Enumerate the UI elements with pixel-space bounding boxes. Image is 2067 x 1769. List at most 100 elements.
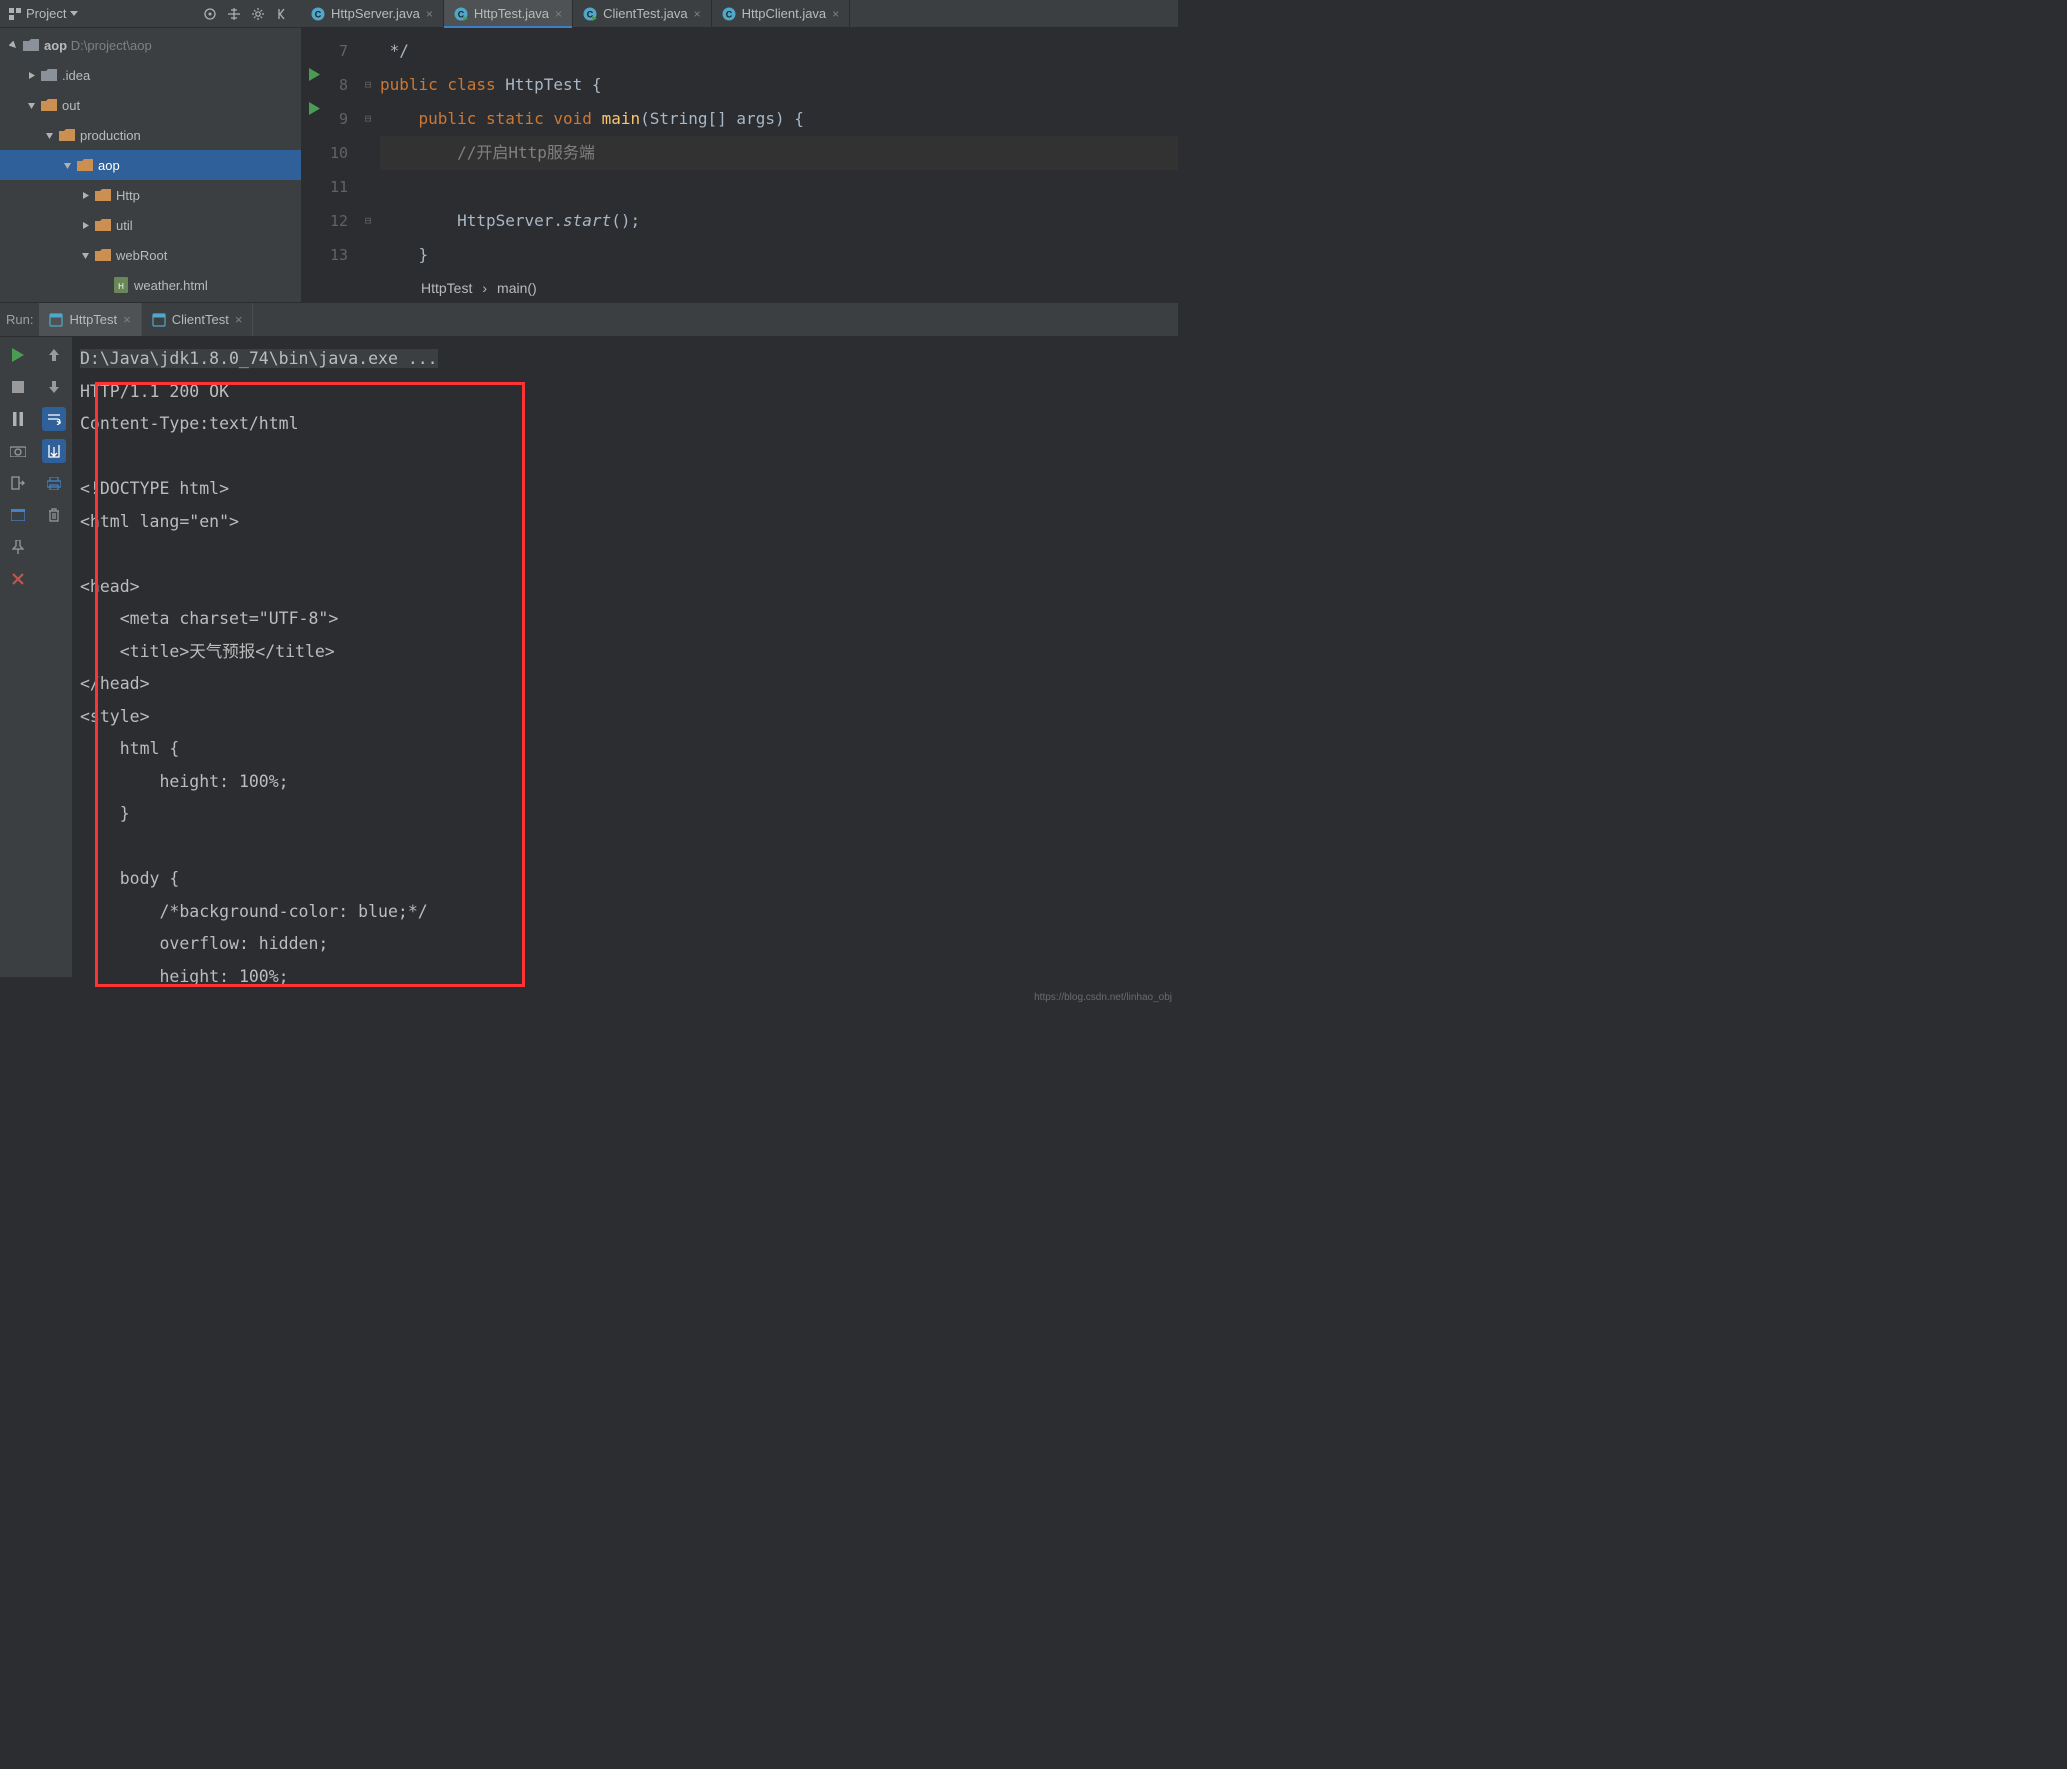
tree-root-name: aop D:\project\aop bbox=[44, 38, 152, 53]
folder-orange-icon bbox=[40, 98, 58, 112]
folder-orange-icon bbox=[94, 248, 112, 262]
editor-tabs: CHttpServer.java×CHttpTest.java×CClientT… bbox=[301, 0, 1178, 28]
tree-item-label: .idea bbox=[62, 68, 90, 83]
run-tool-column-left bbox=[0, 337, 36, 977]
class-icon: C bbox=[454, 7, 468, 21]
code-area[interactable]: */ public class HttpTest { public static… bbox=[380, 28, 1178, 274]
folder-grey-icon bbox=[40, 68, 58, 82]
editor-tab[interactable]: C HttpServer.java × bbox=[301, 0, 444, 27]
fold-strip[interactable]: ⊟⊟ ⊟ bbox=[356, 28, 380, 274]
run-config-tab[interactable]: HttpTest × bbox=[39, 303, 141, 336]
camera-icon[interactable] bbox=[6, 439, 30, 463]
tree-item-label: util bbox=[116, 218, 133, 233]
pause-icon[interactable] bbox=[6, 407, 30, 431]
tree-item-label: aop bbox=[98, 158, 120, 173]
sidebar-header: Project bbox=[0, 0, 301, 28]
run-config-icon bbox=[49, 313, 63, 327]
project-title[interactable]: Project bbox=[8, 6, 197, 21]
tree-item[interactable]: aop bbox=[0, 150, 301, 180]
editor-tab[interactable]: CHttpTest.java× bbox=[444, 0, 573, 27]
stop-icon[interactable] bbox=[6, 375, 30, 399]
project-sidebar: Project aop D:\project\aop .idea outprodu… bbox=[0, 0, 301, 302]
chevron-right-icon: › bbox=[482, 280, 487, 296]
gutter: 78910111213 bbox=[301, 28, 356, 274]
tree-item-label: out bbox=[62, 98, 80, 113]
down-icon[interactable] bbox=[42, 375, 66, 399]
close-tab-icon[interactable]: × bbox=[694, 7, 701, 21]
tree-item-label: production bbox=[80, 128, 141, 143]
run-tool-bar: Run: HttpTest × ClientTest × bbox=[0, 302, 1178, 337]
class-icon: C bbox=[583, 7, 597, 21]
tab-label: HttpClient.java bbox=[742, 6, 827, 21]
soft-wrap-icon[interactable] bbox=[42, 407, 66, 431]
tree-item-label: webRoot bbox=[116, 248, 167, 263]
run-tool-column-right bbox=[36, 337, 72, 977]
collapse-icon[interactable] bbox=[271, 3, 293, 25]
scroll-to-end-icon[interactable] bbox=[42, 439, 66, 463]
tree-item-label: Http bbox=[116, 188, 140, 203]
tree-root[interactable]: aop D:\project\aop bbox=[0, 30, 301, 60]
tree-item-label: weather.html bbox=[134, 278, 208, 293]
run-icon[interactable] bbox=[6, 343, 30, 367]
run-config-icon bbox=[152, 313, 166, 327]
tree-item[interactable]: .idea bbox=[0, 60, 301, 90]
svg-text:C: C bbox=[725, 9, 732, 19]
tree-arrow-icon[interactable] bbox=[42, 128, 56, 142]
folder-orange-icon bbox=[58, 128, 76, 142]
close-run-tab-icon[interactable]: × bbox=[123, 312, 131, 327]
close-run-tab-icon[interactable]: × bbox=[235, 312, 243, 327]
pin-icon[interactable] bbox=[6, 535, 30, 559]
tree-arrow-icon[interactable] bbox=[78, 188, 92, 202]
breadcrumb-method[interactable]: main() bbox=[497, 280, 537, 296]
tree-arrow-icon[interactable] bbox=[78, 248, 92, 262]
editor-tab[interactable]: C HttpClient.java × bbox=[712, 0, 851, 27]
folder-orange-icon bbox=[94, 218, 112, 232]
layout-icon[interactable] bbox=[6, 503, 30, 527]
tree-item[interactable]: out bbox=[0, 90, 301, 120]
expand-icon[interactable] bbox=[223, 3, 245, 25]
run-label: Run: bbox=[0, 312, 39, 327]
exit-icon[interactable] bbox=[6, 471, 30, 495]
breadcrumb[interactable]: HttpTest › main() bbox=[301, 274, 1178, 302]
editor-body[interactable]: 78910111213 ⊟⊟ ⊟ */ public class HttpTes… bbox=[301, 28, 1178, 274]
svg-text:H: H bbox=[118, 282, 124, 291]
class-icon: C bbox=[311, 7, 325, 21]
close-tab-icon[interactable]: × bbox=[832, 7, 839, 21]
tab-label: ClientTest.java bbox=[603, 6, 688, 21]
close-icon[interactable] bbox=[6, 567, 30, 591]
tree-arrow-icon[interactable] bbox=[24, 68, 38, 82]
class-icon: C bbox=[722, 7, 736, 21]
chevron-down-icon bbox=[70, 11, 78, 16]
html-file-icon: H bbox=[112, 278, 130, 292]
locate-icon[interactable] bbox=[199, 3, 221, 25]
project-title-text: Project bbox=[26, 6, 66, 21]
tree-item[interactable]: production bbox=[0, 120, 301, 150]
tree-item[interactable]: Hweather.html bbox=[0, 270, 301, 300]
tree-item[interactable]: util bbox=[0, 210, 301, 240]
folder-orange-icon bbox=[94, 188, 112, 202]
print-icon[interactable] bbox=[42, 471, 66, 495]
editor-tab[interactable]: C ClientTest.java × bbox=[573, 0, 712, 27]
close-tab-icon[interactable]: × bbox=[426, 7, 433, 21]
folder-orange-icon bbox=[76, 158, 94, 172]
watermark: https://blog.csdn.net/linhao_obj bbox=[1034, 992, 1172, 1003]
tree-item[interactable]: Http bbox=[0, 180, 301, 210]
tree-item[interactable]: webRoot bbox=[0, 240, 301, 270]
tree-arrow-icon[interactable] bbox=[24, 98, 38, 112]
tree-arrow-icon[interactable] bbox=[78, 218, 92, 232]
run-tab-label: HttpTest bbox=[69, 312, 117, 327]
console-output[interactable]: D:\Java\jdk1.8.0_74\bin\java.exe ... HTT… bbox=[72, 337, 1178, 977]
run-config-tab[interactable]: ClientTest × bbox=[142, 303, 254, 336]
up-icon[interactable] bbox=[42, 343, 66, 367]
trash-icon[interactable] bbox=[42, 503, 66, 527]
tab-label: HttpServer.java bbox=[331, 6, 420, 21]
editor-region: CHttpServer.java×CHttpTest.java×CClientT… bbox=[301, 0, 1178, 302]
svg-text:C: C bbox=[315, 9, 322, 19]
project-tree: aop D:\project\aop .idea outproduction aop… bbox=[0, 28, 301, 302]
tree-arrow-icon[interactable] bbox=[60, 158, 74, 172]
run-tab-label: ClientTest bbox=[172, 312, 229, 327]
tree-arrow-icon[interactable] bbox=[96, 278, 110, 292]
close-tab-icon[interactable]: × bbox=[555, 7, 562, 21]
breadcrumb-class[interactable]: HttpTest bbox=[421, 280, 472, 296]
gear-icon[interactable] bbox=[247, 3, 269, 25]
